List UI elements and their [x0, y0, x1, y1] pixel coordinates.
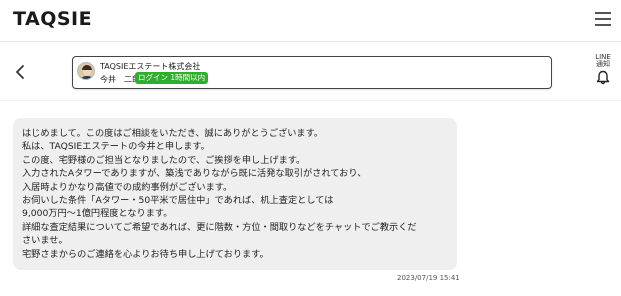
message-line: この度、宅野様のご担当となりましたので、ご挨拶を申し上げます。 [22, 154, 306, 166]
avatar [77, 62, 95, 80]
message-line: はじめまして。この度はご相談をいただき、誠にありがとうございます。 [22, 128, 324, 139]
message-line: さいませ。 [22, 235, 68, 247]
message-line: 宅野さまからのご連絡を心よりお待ち申し上げております。 [22, 248, 269, 260]
message-line: お伺いした条件「Aタワー・50平米で居住中」であれば、机上査定としては [22, 195, 334, 207]
message-bubble: はじめまして。この度はご相談をいただき、誠にありがとうございます。 私は、TAQ… [13, 118, 457, 270]
notification-label-notice: 通知 [596, 60, 610, 68]
line-notification-button[interactable]: LINE 通知 [591, 54, 615, 85]
message-line: 9,000万円〜1億円程度となります。 [22, 208, 173, 220]
hamburger-menu-icon[interactable] [595, 12, 611, 26]
company-name: TAQSIEエステート株式会社 [100, 62, 201, 71]
message-line: 詳細な査定結果についてご希望であれば、更に階数・方位・間取りなどをチャットでご教… [22, 221, 417, 233]
logo[interactable]: TAQSIE [13, 8, 92, 30]
agent-profile-card[interactable]: TAQSIEエステート株式会社 今井 二郎 ログイン 1時間以内 [72, 56, 552, 89]
message-line: 入居時よりかなり高値での成約事例がございます。 [22, 181, 233, 193]
message-line: 私は、TAQSIEエステートの今井と申します。 [22, 141, 210, 153]
top-bar: TAQSIE [0, 0, 621, 42]
chevron-left-icon[interactable] [12, 60, 32, 84]
login-status-badge: ログイン 1時間以内 [135, 72, 209, 84]
message-line: 入力されたAタワーでありますが、築浅でありながら既に活発な取引がされており、 [22, 168, 367, 180]
message-timestamp: 2023/07/19 15:41 [397, 274, 460, 282]
agent-name: 今井 二郎 [100, 75, 140, 84]
bell-icon [596, 70, 610, 85]
chat-header: TAQSIEエステート株式会社 今井 二郎 ログイン 1時間以内 LINE 通知 [0, 43, 621, 101]
